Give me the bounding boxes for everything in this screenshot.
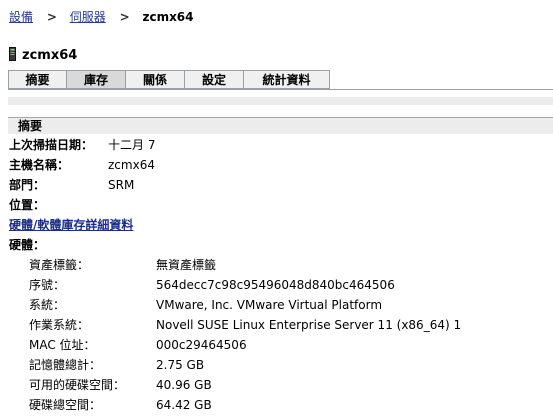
device-name: zcmx64 (22, 48, 78, 63)
list-item: 作業系統： Novell SUSE Linux Enterprise Serve… (0, 316, 553, 334)
list-item: 資產標籤： 無資產標籤 (0, 256, 553, 274)
hostname-value: zcmx64 (108, 158, 155, 172)
chevron-right-icon: > (46, 10, 57, 24)
os-value: Novell SUSE Linux Enterprise Server 11 (… (156, 318, 462, 332)
tab-label: 摘要 (25, 73, 50, 87)
breadcrumb-link-servers[interactable]: 伺服器 (70, 10, 106, 24)
list-item: 系統： VMware, Inc. VMware Virtual Platform (0, 296, 553, 314)
hardware-label: 硬體： (9, 238, 46, 252)
mac-address-label: MAC 位址： (29, 338, 96, 352)
inventory-details-link[interactable]: 硬體/軟體庫存詳細資料 (9, 218, 133, 232)
location-label: 位置： (9, 198, 46, 212)
tab-settings[interactable]: 設定 (184, 70, 244, 89)
inventory-details-link-row: 硬體/軟體庫存詳細資料 (9, 216, 133, 234)
last-scan-value: 十二月 7 (108, 138, 156, 152)
hostname-label: 主機名稱： (9, 158, 70, 172)
free-disk-space-label: 可用的硬碟空間： (29, 378, 126, 392)
tab-divider (8, 89, 553, 90)
breadcrumb: 設備 > 伺服器 > zcmx64 (9, 9, 194, 25)
tab-inventory[interactable]: 庫存 (66, 70, 126, 89)
system-value: VMware, Inc. VMware Virtual Platform (156, 298, 383, 312)
tab-label: 設定 (201, 73, 226, 87)
tab-summary[interactable]: 摘要 (8, 70, 67, 89)
system-label: 系統： (29, 298, 66, 312)
department-value: SRM (108, 178, 135, 192)
list-item: 可用的硬碟空間： 40.96 GB (0, 376, 553, 394)
tab-bar: 摘要 庫存 關係 設定 統計資料 (8, 70, 553, 90)
serial-number-value: 564decc7c98c95496048d840bc464506 (156, 278, 395, 292)
total-disk-space-label: 硬碟總空間： (29, 398, 102, 412)
chevron-right-icon: > (119, 10, 130, 24)
tab-label: 統計資料 (262, 73, 311, 87)
department-label: 部門： (9, 178, 46, 192)
os-label: 作業系統： (29, 318, 90, 332)
list-item: 硬碟總空間： 64.42 GB (0, 396, 553, 414)
total-disk-space-value: 64.42 GB (156, 398, 212, 412)
total-memory-value: 2.75 GB (156, 358, 205, 372)
page-title: zcmx64 (9, 47, 77, 65)
breadcrumb-current: zcmx64 (142, 10, 194, 24)
section-divider (8, 97, 553, 105)
total-memory-label: 記憶體總計： (29, 358, 102, 372)
list-item: 序號： 564decc7c98c95496048d840bc464506 (0, 276, 553, 294)
asset-tag-label: 資產標籤： (29, 258, 90, 272)
serial-number-label: 序號： (29, 278, 66, 292)
mac-address-value: 000c29464506 (156, 338, 247, 352)
free-disk-space-value: 40.96 GB (156, 378, 212, 392)
server-tower-icon (9, 47, 16, 61)
list-item: 記憶體總計： 2.75 GB (0, 356, 553, 374)
summary-panel-header: 摘要 (8, 117, 553, 134)
summary-panel-title: 摘要 (18, 119, 43, 133)
tab-label: 關係 (142, 73, 167, 87)
asset-tag-value: 無資產標籤 (156, 258, 217, 272)
last-scan-label: 上次掃描日期： (9, 138, 94, 152)
tab-label: 庫存 (83, 73, 108, 87)
tab-statistics[interactable]: 統計資料 (243, 70, 330, 89)
breadcrumb-link-devices[interactable]: 設備 (9, 10, 33, 24)
tab-relationships[interactable]: 關係 (125, 70, 185, 89)
list-item: MAC 位址： 000c29464506 (0, 336, 553, 354)
